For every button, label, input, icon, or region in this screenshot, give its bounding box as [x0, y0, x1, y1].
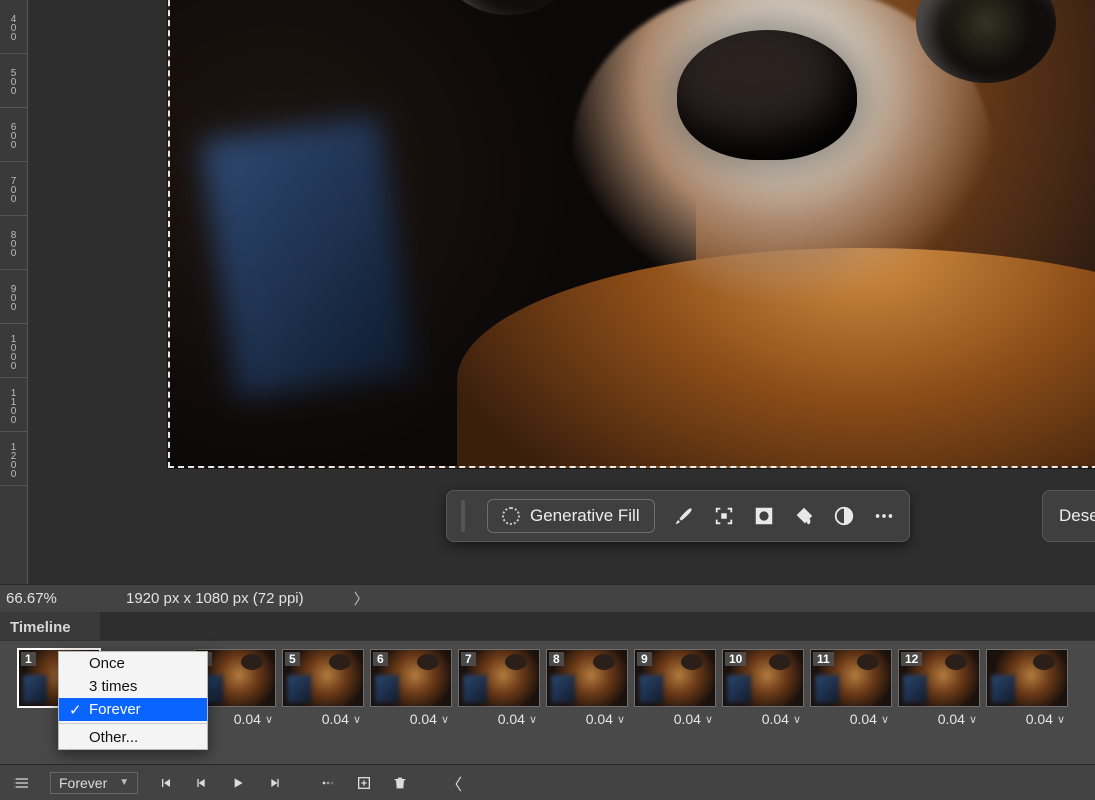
fill-bucket-icon[interactable]	[793, 505, 815, 527]
frame-number: 12	[901, 652, 922, 666]
timeline-options-icon[interactable]	[6, 769, 38, 797]
scroll-left-icon[interactable]: 〈	[438, 769, 470, 797]
frame-number: 8	[549, 652, 564, 666]
brush-icon[interactable]	[673, 505, 695, 527]
deselect-button[interactable]: Deselec	[1042, 490, 1095, 542]
menu-separator	[59, 723, 207, 724]
vertical-ruler: 400500600700800900100011001200	[0, 0, 28, 584]
first-frame-button[interactable]	[150, 769, 182, 797]
frame-11[interactable]: 11 0.04∨	[810, 649, 892, 729]
frame-duration[interactable]: 0.04∨	[634, 709, 716, 729]
mask-icon[interactable]	[753, 505, 775, 527]
frame-duration[interactable]: 0.04∨	[810, 709, 892, 729]
chevron-down-icon: ∨	[265, 713, 273, 726]
frame-10[interactable]: 10 0.04∨	[722, 649, 804, 729]
chevron-down-icon: ∨	[881, 713, 889, 726]
frame-number: 5	[285, 652, 300, 666]
loop-menu: Once 3 times Forever Other...	[58, 651, 208, 750]
frame-duration[interactable]: 0.04∨	[722, 709, 804, 729]
canvas-viewport[interactable]: Generative Fill Deselec	[28, 0, 1095, 584]
frame-number: 7	[461, 652, 476, 666]
frame-6[interactable]: 6 0.04∨	[370, 649, 452, 729]
chevron-down-icon: ∨	[353, 713, 361, 726]
loop-dropdown[interactable]: Forever ▼	[50, 772, 138, 794]
frame-number: 6	[373, 652, 388, 666]
adjustment-icon[interactable]	[833, 505, 855, 527]
sparkle-icon	[502, 507, 520, 525]
frame-number: 10	[725, 652, 746, 666]
timeline-controls: Forever ▼ 〈	[0, 764, 1095, 800]
frame-number: 11	[813, 652, 834, 666]
play-button[interactable]	[222, 769, 254, 797]
frame-9[interactable]: 9 0.04∨	[634, 649, 716, 729]
status-chevron-icon[interactable]: 〉	[354, 588, 369, 609]
prev-frame-button[interactable]	[186, 769, 218, 797]
loop-dropdown-label: Forever	[59, 775, 107, 791]
select-subject-icon[interactable]	[713, 505, 735, 527]
chevron-down-icon: ∨	[617, 713, 625, 726]
frame-12[interactable]: 12 0.04∨	[898, 649, 980, 729]
next-frame-button[interactable]	[258, 769, 290, 797]
frame-duration[interactable]: 0.04∨	[546, 709, 628, 729]
frame-11[interactable]: 0.04∨	[986, 649, 1068, 729]
frame-number: 9	[637, 652, 652, 666]
loop-option-other[interactable]: Other...	[59, 726, 207, 749]
canvas[interactable]	[168, 0, 1095, 468]
frame-duration[interactable]: 0.04∨	[458, 709, 540, 729]
loop-option-once[interactable]: Once	[59, 652, 207, 675]
contextual-task-bar: Generative Fill	[446, 490, 910, 542]
chevron-down-icon: ∨	[1057, 713, 1065, 726]
tween-button[interactable]	[312, 769, 344, 797]
chevron-down-icon: ∨	[969, 713, 977, 726]
status-bar: 66.67% 1920 px x 1080 px (72 ppi) 〉	[0, 584, 1095, 612]
frame-8[interactable]: 8 0.04∨	[546, 649, 628, 729]
zoom-level[interactable]: 66.67%	[0, 590, 100, 607]
frame-duration[interactable]: 0.04∨	[986, 709, 1068, 729]
chevron-down-icon: ∨	[529, 713, 537, 726]
frame-7[interactable]: 7 0.04∨	[458, 649, 540, 729]
chevron-down-icon: ∨	[441, 713, 449, 726]
timeline-tab[interactable]: Timeline	[0, 612, 100, 640]
workspace: 400500600700800900100011001200 Generativ…	[0, 0, 1095, 584]
dropdown-triangle-icon: ▼	[119, 777, 129, 788]
chevron-down-icon: ∨	[793, 713, 801, 726]
frame-duration[interactable]: 0.04∨	[898, 709, 980, 729]
frame-duration[interactable]: 0.04∨	[370, 709, 452, 729]
loop-option-forever[interactable]: Forever	[59, 698, 207, 721]
delete-frame-button[interactable]	[384, 769, 416, 797]
more-icon[interactable]	[873, 505, 895, 527]
frame-5[interactable]: 5 0.04∨	[282, 649, 364, 729]
generative-fill-button[interactable]: Generative Fill	[487, 499, 655, 533]
loop-option-3-times[interactable]: 3 times	[59, 675, 207, 698]
frame-number: 1	[21, 652, 36, 666]
grip-handle[interactable]	[461, 500, 465, 532]
document-dimensions: 1920 px x 1080 px (72 ppi)	[100, 590, 304, 607]
frame-duration[interactable]: 0.04∨	[282, 709, 364, 729]
new-frame-button[interactable]	[348, 769, 380, 797]
chevron-down-icon: ∨	[705, 713, 713, 726]
generative-fill-label: Generative Fill	[530, 506, 640, 526]
